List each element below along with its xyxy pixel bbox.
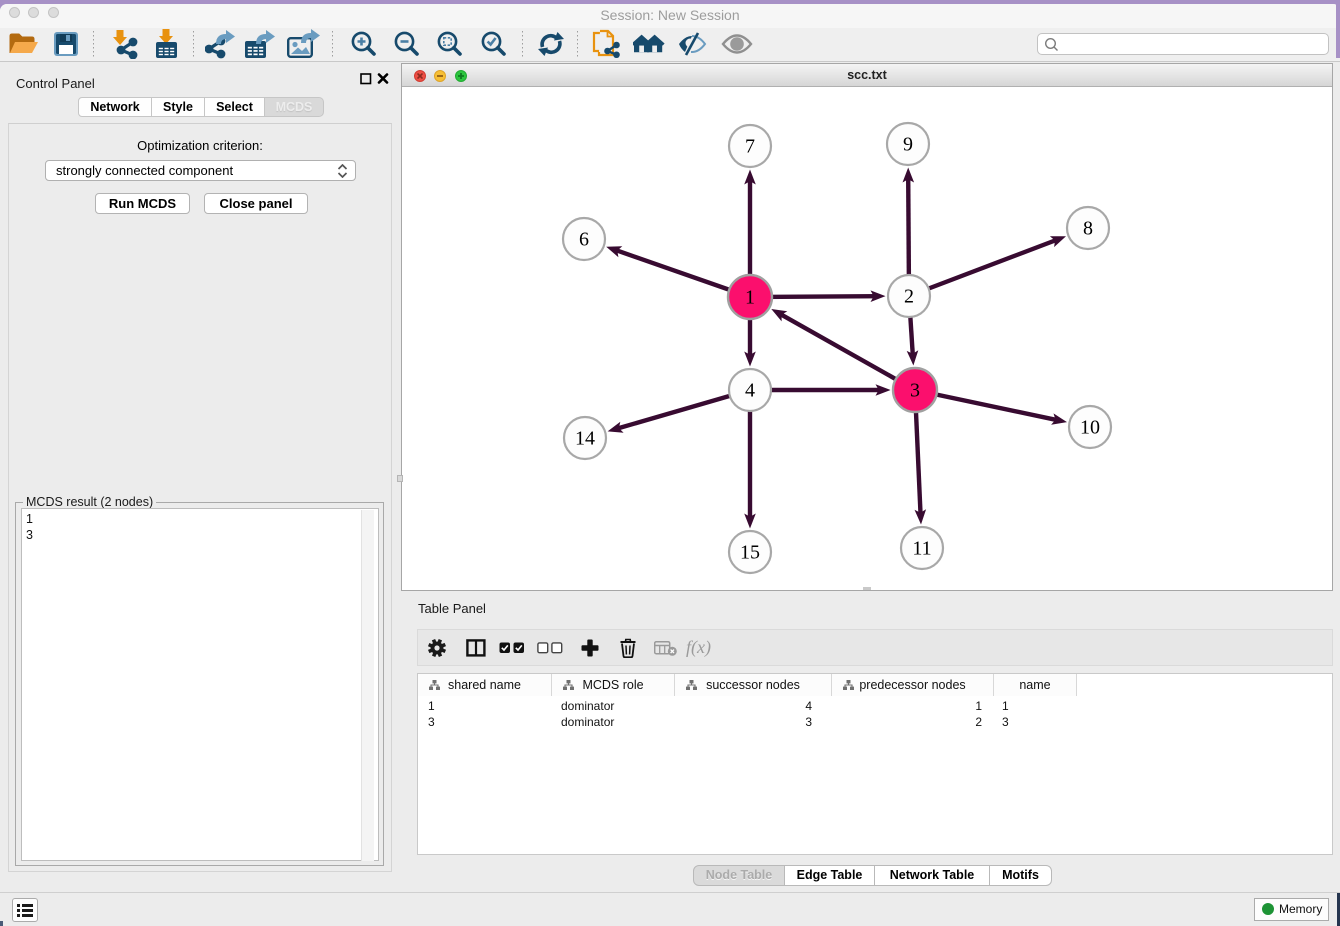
svg-text:15: 15 (740, 542, 760, 564)
svg-text:6: 6 (579, 229, 589, 251)
svg-text:8: 8 (1083, 218, 1093, 240)
svg-text:4: 4 (745, 380, 755, 402)
svg-text:14: 14 (575, 428, 595, 450)
svg-text:1: 1 (745, 287, 755, 309)
svg-text:7: 7 (745, 136, 755, 158)
svg-text:11: 11 (912, 538, 931, 560)
svg-text:10: 10 (1080, 417, 1100, 439)
svg-text:9: 9 (903, 134, 913, 156)
svg-text:2: 2 (904, 286, 914, 308)
svg-text:3: 3 (910, 380, 920, 402)
